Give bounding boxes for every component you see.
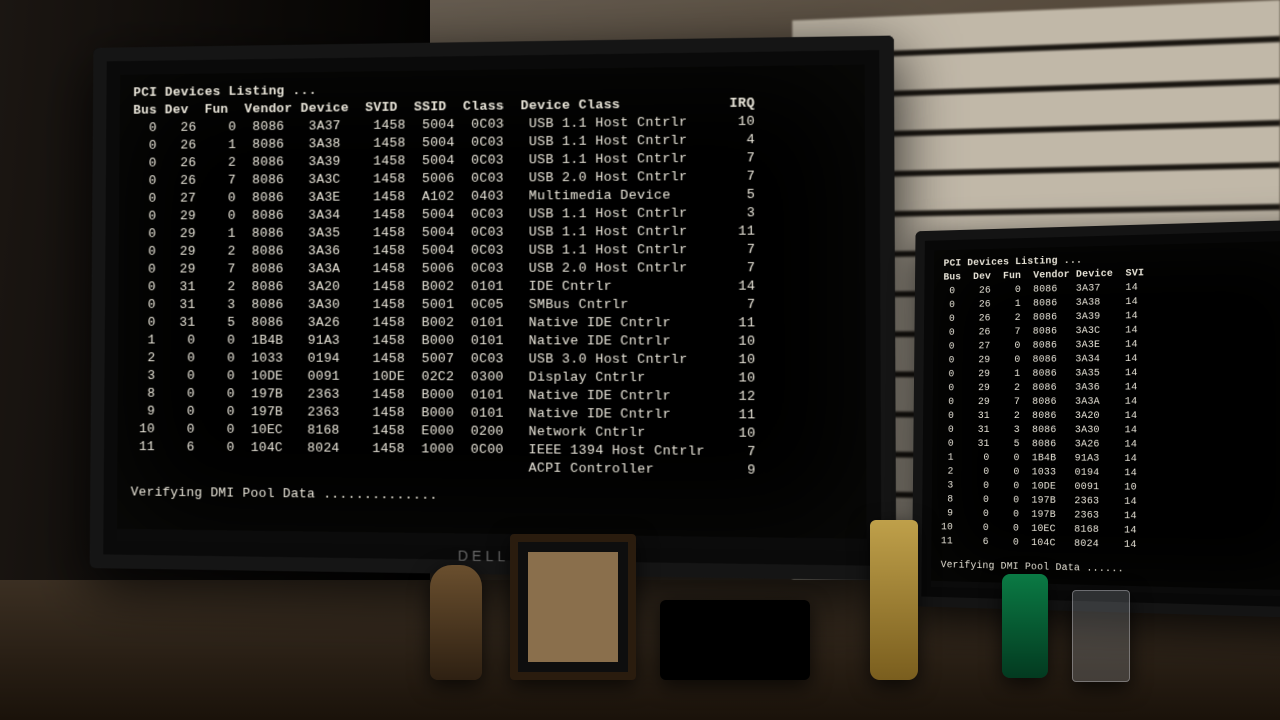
bottle [870, 520, 918, 680]
drinking-glass [1072, 590, 1130, 682]
pci-row: 0 29 7 8086 3A3A 14 [942, 395, 1280, 410]
monitor-main: PCI Devices Listing ... Bus Dev Fun Vend… [90, 36, 897, 581]
spray-can [1002, 574, 1048, 678]
monitor-brand-logo: DELL [90, 542, 896, 570]
figurine-groot [430, 565, 482, 680]
pci-row: 0 29 7 8086 3A3A 1458 5006 0C03 USB 2.0 … [132, 259, 851, 279]
dmi-status-line-side: Verifying DMI Pool Data ...... [941, 559, 1280, 582]
pci-row: 0 31 5 8086 3A26 1458 B002 0101 Native I… [132, 314, 851, 333]
pci-row: 0 29 2 8086 3A36 1458 5004 0C03 USB 1.1 … [132, 240, 851, 260]
pci-device-table-side: 0 26 0 8086 3A37 14 0 26 1 8086 3A38 14 … [941, 278, 1280, 557]
pci-row: 0 31 2 8086 3A20 1458 B002 0101 IDE Cntr… [132, 277, 851, 296]
monitor-secondary: PCI Devices Listing ... Bus Dev Fun Vend… [912, 219, 1280, 620]
dmi-status-line: Verifying DMI Pool Data .............. [131, 484, 852, 510]
pci-row: 0 29 2 8086 3A36 14 [942, 380, 1280, 396]
tissue-box [660, 600, 810, 680]
bios-screen-secondary: PCI Devices Listing ... Bus Dev Fun Vend… [931, 240, 1280, 591]
pci-row: 1 0 0 1B4B 91A3 1458 B000 0101 Native ID… [132, 332, 852, 352]
pci-row: 0 31 3 8086 3A30 14 [942, 424, 1280, 439]
pci-device-table: 0 26 0 8086 3A37 1458 5004 0C03 USB 1.1 … [131, 112, 852, 481]
bios-screen-main: PCI Devices Listing ... Bus Dev Fun Vend… [117, 65, 867, 539]
pci-row: 0 31 2 8086 3A20 14 [942, 410, 1280, 425]
pci-row: 0 31 3 8086 3A30 1458 5001 0C05 SMBus Cn… [132, 296, 851, 314]
photo-frame [510, 534, 636, 680]
